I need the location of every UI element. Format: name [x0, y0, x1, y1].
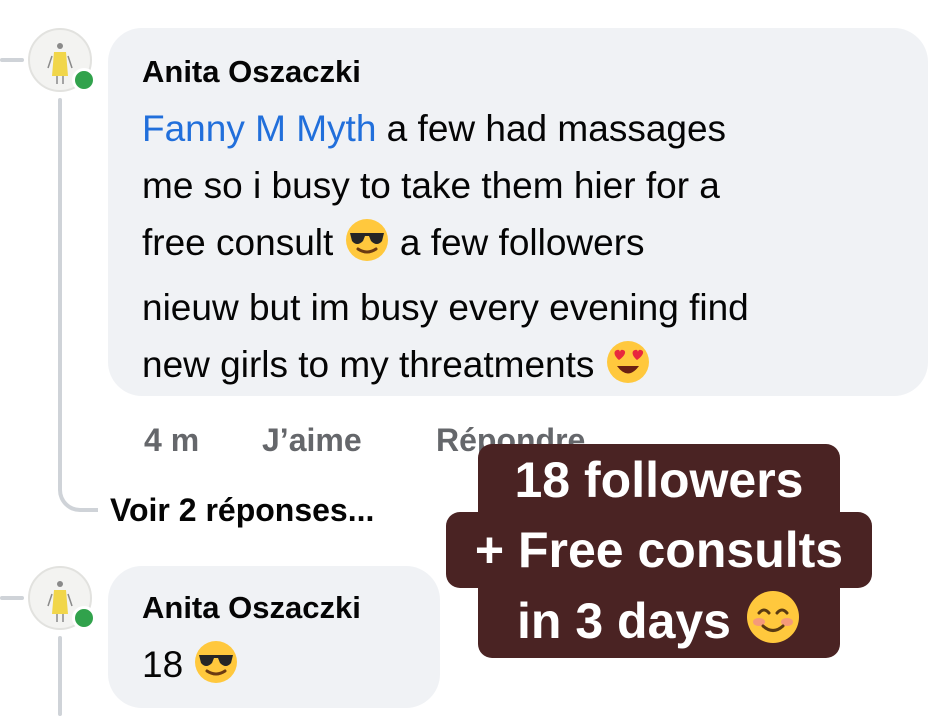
overlay-line: + Free consults — [446, 512, 872, 588]
comment-text: Fanny M Myth a few had massages me so i … — [142, 100, 749, 401]
online-status-dot — [72, 68, 96, 92]
thread-line — [58, 98, 62, 476]
online-status-dot — [72, 606, 96, 630]
avatar[interactable] — [28, 566, 96, 630]
comment-line: new girls to my threatments — [142, 336, 749, 401]
view-replies-link[interactable]: Voir 2 réponses... — [110, 492, 374, 529]
thread-curve — [58, 472, 98, 512]
avatar[interactable] — [28, 28, 96, 92]
comment-author[interactable]: Anita Oszaczki — [142, 54, 361, 90]
smiling-face-with-sunglasses-icon — [344, 217, 390, 279]
overlay-line: in 3 days — [478, 584, 840, 658]
comment-line: nieuw but im busy every evening find — [142, 287, 749, 328]
smiling-face-with-smiling-eyes-icon — [745, 589, 801, 657]
thread-line-bottom — [58, 636, 62, 716]
overlay-line: 18 followers — [478, 444, 840, 516]
like-button[interactable]: J’aime — [262, 422, 362, 459]
thread-connector-bottom — [0, 596, 24, 600]
smiling-face-with-sunglasses-icon — [193, 639, 239, 701]
thread-connector-top — [0, 58, 24, 62]
comment-bubble: Anita Oszaczki 18 — [108, 566, 440, 708]
comment-line: free consult a few followers — [142, 214, 749, 279]
mention-link[interactable]: Fanny M Myth — [142, 108, 376, 149]
comment-line: Fanny M Myth a few had massages — [142, 108, 727, 149]
comment-text: 18 — [142, 636, 239, 701]
comment-author[interactable]: Anita Oszaczki — [142, 590, 361, 626]
comment-line: me so i busy to take them hier for a — [142, 165, 720, 206]
comment-time: 4 m — [144, 422, 200, 458]
comment-bubble: Anita Oszaczki Fanny M Myth a few had ma… — [108, 28, 928, 396]
smiling-face-with-heart-eyes-icon — [605, 339, 651, 401]
